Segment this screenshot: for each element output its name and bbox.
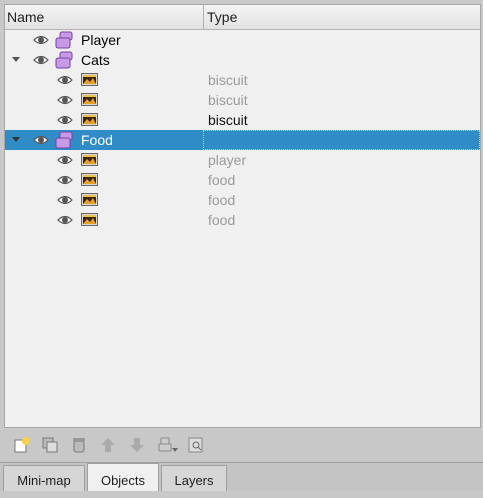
name-column-header[interactable]: Name [7,9,44,25]
object-group-icon [55,51,75,69]
tree-object-row[interactable]: biscuit [5,110,480,130]
focus-outline [203,130,480,150]
expand-arrow-icon[interactable] [12,137,20,142]
objects-toolbar [4,430,481,462]
row-type: biscuit [208,92,248,108]
tab-mini-map[interactable]: Mini-map [3,465,85,491]
new-object-icon[interactable] [13,436,31,454]
tree-group-row[interactable]: Player [5,30,480,50]
move-down-icon[interactable] [128,436,146,454]
row-type: food [208,172,236,188]
tile-object-icon [81,153,98,166]
row-name: Cats [81,52,110,68]
delete-icon[interactable] [70,436,88,454]
row-type: player [208,152,247,168]
tile-object-icon [81,213,98,226]
tree-group-row[interactable]: Food [5,130,480,150]
visibility-eye-icon[interactable] [57,113,73,125]
visibility-eye-icon[interactable] [57,153,73,165]
visibility-eye-icon[interactable] [33,33,49,45]
visibility-eye-icon[interactable] [33,53,49,65]
tree-group-row[interactable]: Cats [5,50,480,70]
visibility-eye-icon[interactable] [57,173,73,185]
row-type: food [208,192,236,208]
duplicate-icon[interactable] [41,436,59,454]
tree-object-row[interactable]: food [5,190,480,210]
type-column-header[interactable]: Type [207,9,237,25]
object-group-icon [55,31,75,49]
column-separator[interactable] [203,5,204,29]
objects-tree-panel: Name Type Player Cats biscuit biscuit biscui… [4,4,481,428]
row-type: biscuit [208,112,248,128]
tree-object-row[interactable]: food [5,170,480,190]
dock-tab-bar: Mini-map Objects Layers [0,462,483,491]
visibility-eye-icon[interactable] [57,213,73,225]
group-icon[interactable] [157,436,179,454]
tile-object-icon [81,93,98,106]
tile-object-icon [81,193,98,206]
find-icon[interactable] [187,436,205,454]
tree-header: Name Type [5,5,480,30]
tree-object-row[interactable]: biscuit [5,70,480,90]
tree-object-row[interactable]: biscuit [5,90,480,110]
visibility-eye-icon[interactable] [33,133,49,145]
visibility-eye-icon[interactable] [57,73,73,85]
tree-object-row[interactable]: food [5,210,480,230]
tile-object-icon [81,113,98,126]
move-up-icon[interactable] [99,436,117,454]
row-name: Player [81,32,121,48]
tile-object-icon [81,173,98,186]
expand-arrow-icon[interactable] [12,57,20,62]
visibility-eye-icon[interactable] [57,93,73,105]
row-type: food [208,212,236,228]
tile-object-icon [81,73,98,86]
tab-objects[interactable]: Objects [87,463,159,491]
visibility-eye-icon[interactable] [57,193,73,205]
tab-layers[interactable]: Layers [161,465,227,491]
row-name: Food [81,132,113,148]
row-type: biscuit [208,72,248,88]
object-group-icon [55,131,75,149]
tree-object-row[interactable]: player [5,150,480,170]
